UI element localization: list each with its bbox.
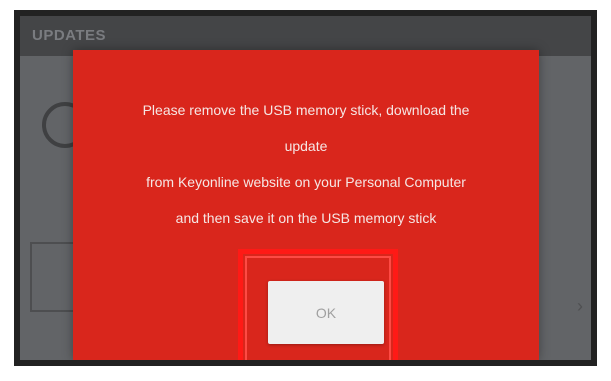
device-screen: UPDATES › Please remove the USB memory s… [20,16,591,360]
device-bezel: UPDATES › Please remove the USB memory s… [14,10,597,366]
chevron-right-icon: › [577,296,583,316]
page-title: UPDATES [32,27,107,44]
ok-button[interactable]: OK [268,281,384,344]
dialog-message-line: and then save it on the USB memory stick [175,210,437,226]
dialog-message-line: Please remove the USB memory stick, down… [142,102,470,118]
dialog-message: Please remove the USB memory stick, down… [73,92,539,236]
dialog-message-line: update [284,138,328,154]
dialog-message-line: from Keyonline website on your Personal … [146,174,466,190]
